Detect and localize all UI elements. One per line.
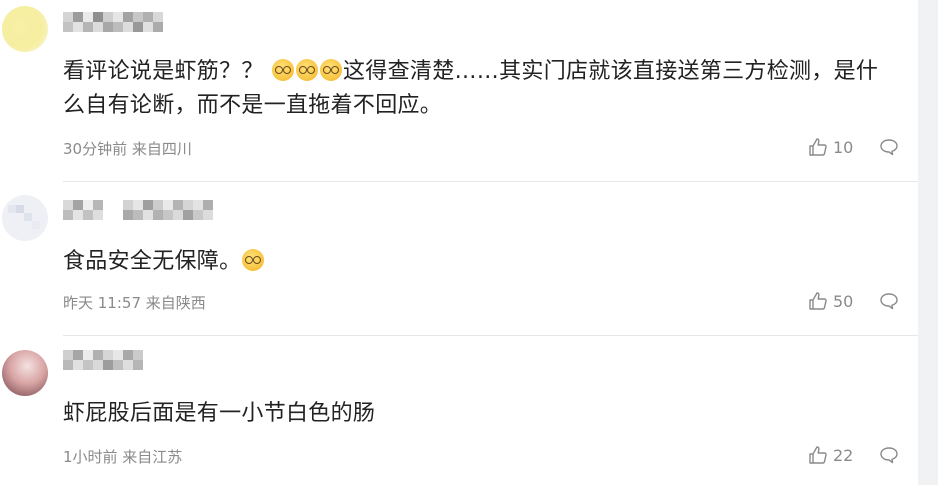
comment-actions: 22	[808, 445, 899, 465]
comment-text: 食品安全无保障。	[63, 245, 265, 279]
scrollbar-track[interactable]	[918, 0, 938, 485]
comment-actions: 50	[808, 291, 899, 311]
comment-meta: 30分钟前 来自四川	[63, 140, 192, 158]
username-blurred[interactable]	[63, 350, 143, 370]
comment-meta: 昨天 11:57 来自陕西	[63, 294, 206, 312]
glasses-face-emoji	[296, 59, 318, 81]
like-count[interactable]: 50	[833, 292, 873, 311]
username-blurred[interactable]	[63, 200, 213, 220]
divider	[63, 181, 918, 182]
reply-bubble-icon[interactable]	[879, 137, 899, 157]
reply-bubble-icon[interactable]	[879, 291, 899, 311]
thumbs-up-icon[interactable]	[808, 445, 828, 465]
like-count[interactable]: 10	[833, 138, 873, 157]
avatar[interactable]	[2, 195, 48, 241]
avatar[interactable]	[2, 6, 48, 52]
comment-text: 虾屁股后面是有一小节白色的肠	[63, 401, 376, 426]
reply-bubble-icon[interactable]	[879, 445, 899, 465]
nerd-face-emoji	[242, 249, 265, 271]
username-blurred[interactable]	[63, 12, 163, 32]
comment-actions: 10	[808, 137, 899, 157]
comment-meta: 1小时前 来自江苏	[63, 448, 183, 466]
thumbs-up-icon[interactable]	[808, 137, 828, 157]
dizzy-face-emoji	[272, 59, 294, 81]
like-count[interactable]: 22	[833, 446, 873, 465]
avatar[interactable]	[2, 350, 48, 396]
glasses-face-emoji	[320, 59, 342, 81]
thumbs-up-icon[interactable]	[808, 291, 828, 311]
comment-item: 虾屁股后面是有一小节白色的肠 1小时前 来自江苏 22	[0, 336, 918, 485]
comment-text: 看评论说是虾筋？？ 这得查清楚……其实门店就该直接送第三方检测，是什么自有论断，…	[63, 59, 879, 118]
comment-item: 看评论说是虾筋？？ 这得查清楚……其实门店就该直接送第三方检测，是什么自有论断，…	[0, 0, 918, 182]
comment-item: 食品安全无保障。 昨天 11:57 来自陕西 50	[0, 183, 918, 335]
